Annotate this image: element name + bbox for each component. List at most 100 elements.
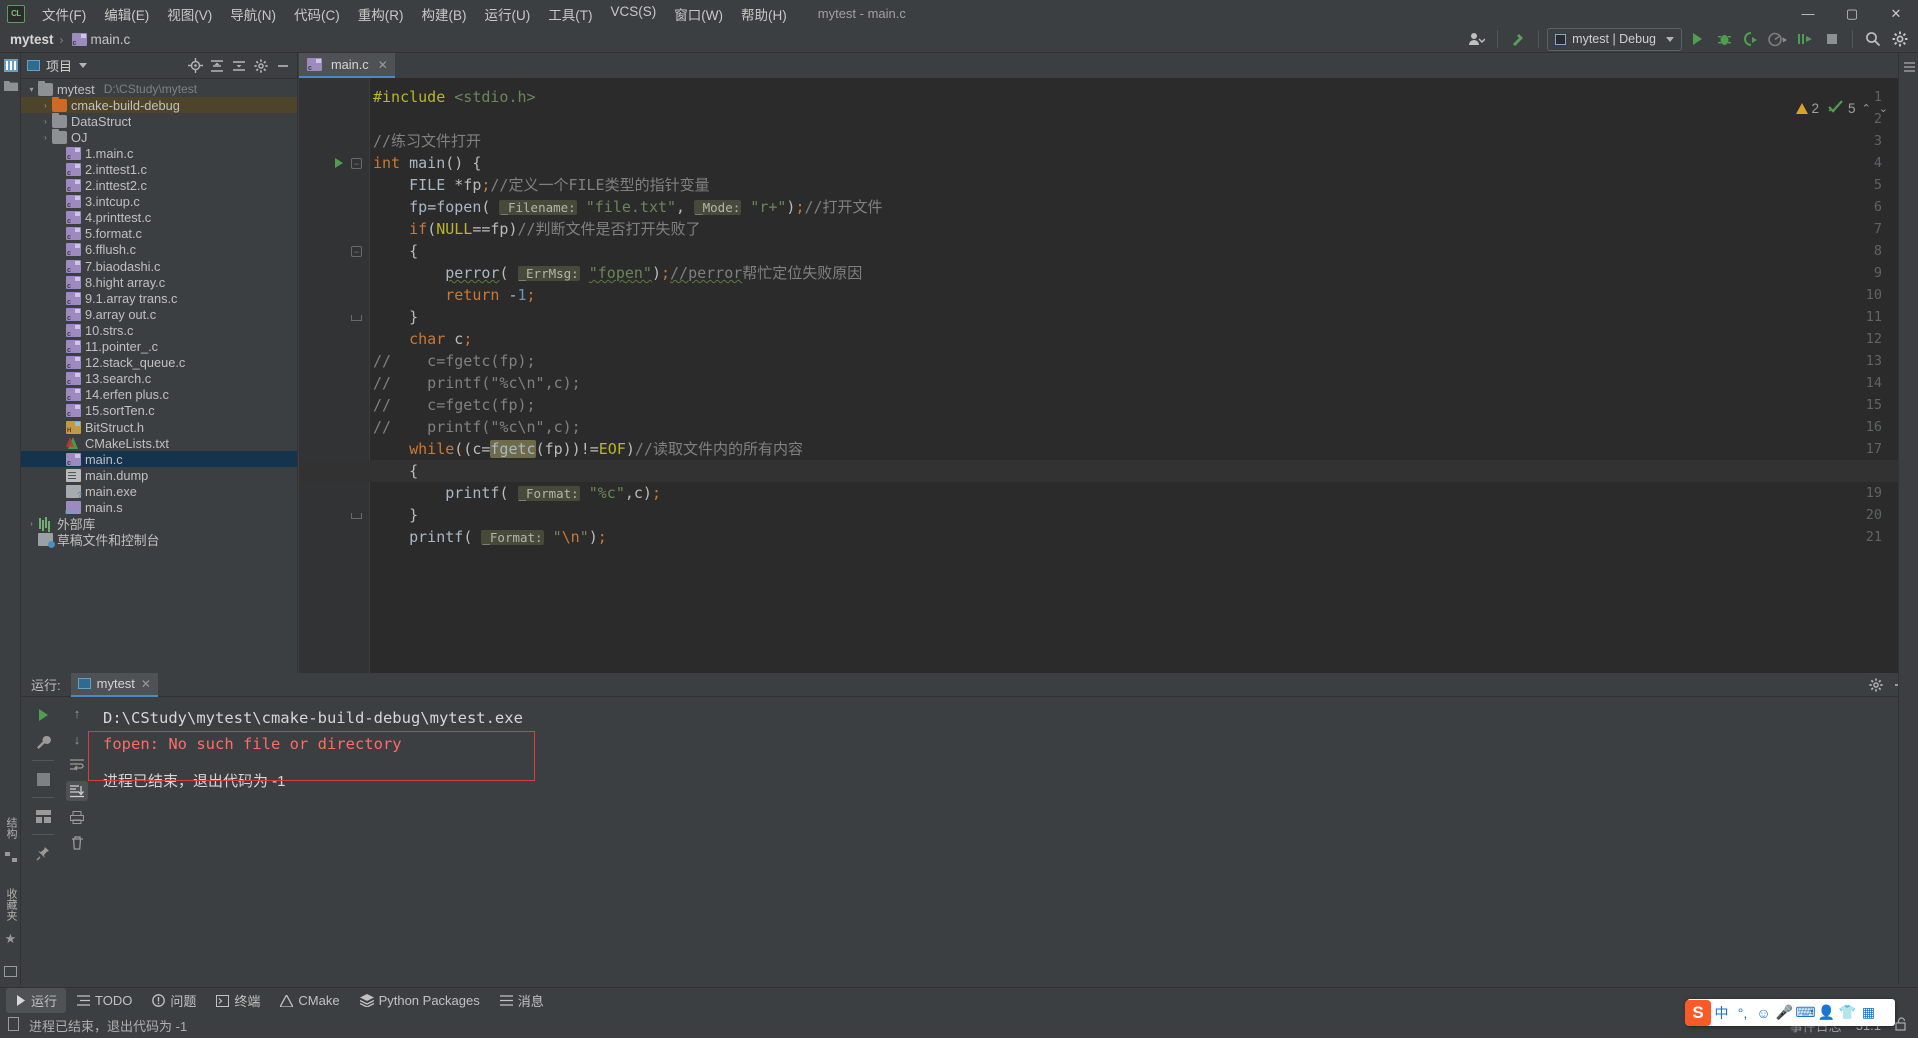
tree-node[interactable]: 14.erfen plus.c [21,387,297,403]
menu-item-10[interactable]: 窗口(W) [665,0,732,28]
tree-node[interactable]: 3.intcup.c [21,194,297,210]
tree-node[interactable]: 8.hight array.c [21,274,297,290]
search-everywhere-icon[interactable] [1861,28,1885,50]
code-line[interactable]: char c; [373,328,472,350]
fold-end-icon[interactable] [351,510,362,521]
breadcrumb-file[interactable]: main.c [91,32,131,47]
tree-node[interactable]: 7.biaodashi.c [21,258,297,274]
inspection-widget[interactable]: 2 5 ⌃ ⌄ [1795,100,1890,116]
tree-node[interactable]: › OJ [21,128,297,145]
tree-node[interactable]: 1.main.c [21,145,297,161]
tree-node[interactable]: 12.stack_queue.c [21,355,297,371]
ime-button-7[interactable]: ▦ [1858,999,1879,1026]
menu-item-6[interactable]: 构建(B) [413,0,476,28]
lock-icon[interactable] [1895,1017,1908,1034]
code-line[interactable]: // printf("%c\n",c); [373,416,581,438]
stop-icon[interactable] [1820,28,1844,50]
chevron-toggle-icon[interactable]: › [39,101,52,110]
code-line[interactable]: perror( _ErrMsg: "fopen");//perror帮忙定位失败… [373,262,862,285]
tree-node[interactable]: main.dump [21,467,297,483]
scroll-to-end-icon[interactable] [66,781,88,801]
user-avatar-icon[interactable] [1465,28,1489,50]
bottom-tab-1[interactable]: TODO [68,990,141,1011]
tree-node[interactable]: 9.array out.c [21,306,297,322]
code-line[interactable]: // c=fgetc(fp); [373,394,536,416]
close-button[interactable]: ✕ [1874,0,1918,27]
down-arrow-icon[interactable]: ↓ [66,729,88,749]
run-gutter-icon[interactable] [335,158,343,168]
bottom-tab-3[interactable]: 终端 [207,988,269,1013]
debug-icon[interactable] [1712,28,1736,50]
code-line[interactable]: // printf("%c\n",c); [373,372,581,394]
notifications-icon[interactable] [1899,57,1918,77]
tree-node[interactable]: 15.sortTen.c [21,403,297,419]
tree-node[interactable]: 6.fflush.c [21,242,297,258]
settings-gear-icon[interactable] [1888,28,1912,50]
close-icon[interactable]: ✕ [378,58,388,72]
menu-item-8[interactable]: 工具(T) [539,0,601,28]
ime-button-4[interactable]: ⌨ [1795,999,1816,1026]
panel-settings-gear-icon[interactable] [251,56,271,76]
menu-item-2[interactable]: 视图(V) [158,0,221,28]
chevron-toggle-icon[interactable]: › [25,519,38,528]
chevron-toggle-icon[interactable]: ▾ [25,85,38,94]
code-line[interactable]: //练习文件打开 [373,130,481,152]
code-line[interactable]: // c=fgetc(fp); [373,350,536,372]
layout-icon[interactable] [30,804,56,828]
sidebar-item-structure[interactable]: 结构 [0,811,21,845]
tree-node[interactable]: 草稿文件和控制台 [21,532,297,549]
sogou-ime-bar[interactable]: S 中 °, ☺ 🎤 ⌨ 👤 👕 ▦ [1685,999,1895,1026]
code-line[interactable]: FILE *fp;//定义一个FILE类型的指针变量 [373,174,709,196]
ime-button-2[interactable]: ☺ [1753,999,1774,1026]
stop-icon[interactable] [30,767,56,791]
chevron-down-icon[interactable] [79,63,88,68]
tree-node[interactable]: 2.inttest1.c [21,161,297,177]
sidebar-item-favorites[interactable]: 收藏夹 [0,882,21,927]
collapse-all-icon[interactable] [229,56,249,76]
pin-icon[interactable] [30,841,56,865]
hammer-build-icon[interactable] [1506,28,1530,50]
code-line[interactable]: { [373,240,418,262]
attach-icon[interactable] [1793,28,1817,50]
tree-node[interactable]: main.exe [21,483,297,500]
wrench-settings-icon[interactable] [30,730,56,754]
tree-node[interactable]: BitStruct.h [21,419,297,435]
minimize-button[interactable]: — [1786,0,1830,27]
menu-item-0[interactable]: 文件(F) [33,0,95,28]
tree-node[interactable]: 13.search.c [21,371,297,387]
breadcrumb-project[interactable]: mytest [10,32,54,47]
fold-collapse-icon[interactable]: − [351,158,362,169]
menu-item-11[interactable]: 帮助(H) [732,0,796,28]
layout-window-icon[interactable] [0,961,21,981]
project-file-tree[interactable]: ▾ mytest D:\CStudy\mytest › cmake-build-debu… [21,79,297,673]
tree-node[interactable]: 11.pointer_.c [21,339,297,355]
menu-item-7[interactable]: 运行(U) [476,0,540,28]
code-line[interactable]: while((c=fgetc(fp))!=EOF)//读取文件内的所有内容 [373,438,803,460]
bottom-tab-4[interactable]: CMake [271,990,348,1011]
bottom-tab-0[interactable]: 运行 [6,988,67,1013]
trash-icon[interactable] [66,833,88,853]
tree-node[interactable]: 10.strs.c [21,322,297,338]
tree-node[interactable]: › cmake-build-debug [21,96,297,114]
code-line[interactable]: printf( _Format: "%c",c); [373,482,661,505]
fold-end-icon[interactable] [351,312,362,323]
ime-button-5[interactable]: 👤 [1816,999,1837,1026]
hide-panel-icon[interactable] [273,56,293,76]
chevron-down-icon[interactable]: ⌄ [1877,102,1890,115]
folder-tool-icon[interactable] [0,75,21,95]
ime-button-1[interactable]: °, [1732,999,1753,1026]
run-configuration-selector[interactable]: mytest | Debug [1547,27,1682,51]
menu-item-1[interactable]: 编辑(E) [95,0,158,28]
chevron-up-icon[interactable]: ⌃ [1860,102,1873,115]
tree-node[interactable]: 9.1.array trans.c [21,290,297,306]
code-line[interactable]: fp=fopen( _Filename: "file.txt", _Mode: … [373,196,882,219]
tree-node[interactable]: 2.inttest2.c [21,178,297,194]
structure-tool-icon[interactable] [0,847,21,867]
print-icon[interactable] [66,807,88,827]
tree-node[interactable]: 5.format.c [21,226,297,242]
panel-settings-gear-icon[interactable] [1866,675,1886,695]
tree-node[interactable]: 4.printtest.c [21,210,297,226]
bottom-tab-6[interactable]: 消息 [491,988,553,1013]
code-area[interactable]: 1234−5678−9101112131415161718−192021 #in… [299,78,1918,673]
bottom-tab-2[interactable]: 问题 [143,988,205,1013]
